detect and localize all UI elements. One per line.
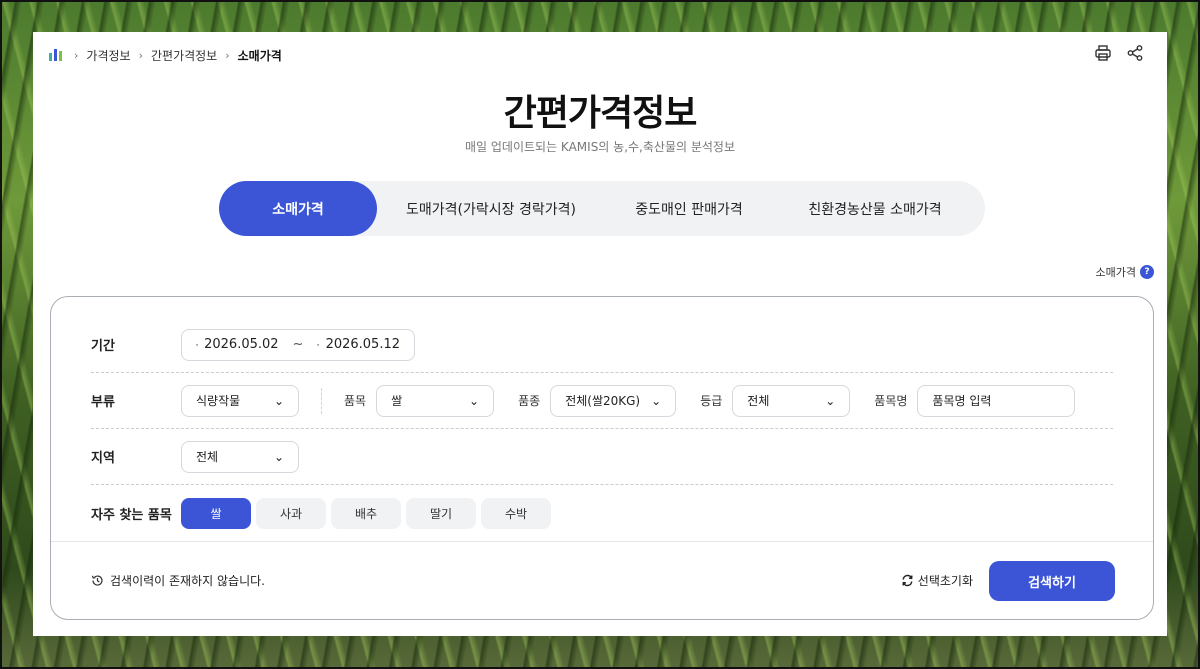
grade-select[interactable]: 전체 ⌄ bbox=[732, 384, 851, 417]
period-label: 기간 bbox=[91, 339, 115, 354]
item-select[interactable]: 쌀 ⌄ bbox=[376, 384, 495, 417]
calendar-icon bbox=[196, 343, 199, 346]
breadcrumb-item[interactable]: 가격정보 bbox=[86, 47, 130, 64]
region-value: 전체 bbox=[196, 450, 219, 464]
variety-label: 품종 bbox=[518, 394, 541, 408]
tab-eco-retail[interactable]: 친환경농산물 소매가격 bbox=[773, 181, 977, 236]
frequent-chip-cabbage[interactable]: 배추 bbox=[331, 497, 401, 529]
tab-wholesale[interactable]: 도매가격(가락시장 경락가격) bbox=[377, 181, 605, 236]
category-label: 부류 bbox=[91, 395, 115, 410]
reset-label: 선택초기화 bbox=[917, 574, 973, 588]
end-date: 2026.05.12 bbox=[325, 337, 400, 352]
chevron-down-icon: ⌄ bbox=[469, 393, 480, 408]
search-panel: 기간 2026.05.02 ~ 2026.05.12 부류 식량작물 ⌄ 품목 … bbox=[50, 296, 1154, 620]
item-name-input[interactable] bbox=[917, 384, 1076, 417]
search-history: 검색이력이 존재하지 않습니다. bbox=[91, 572, 265, 589]
help-link[interactable]: 소매가격 ? bbox=[1096, 264, 1154, 280]
start-date: 2026.05.02 bbox=[204, 337, 279, 352]
panel-footer: 검색이력이 존재하지 않습니다. 선택초기화 검색하기 bbox=[51, 541, 1153, 621]
question-icon: ? bbox=[1140, 265, 1154, 279]
variety-value: 전체(쌀20KG) bbox=[565, 394, 641, 408]
calendar-icon bbox=[317, 343, 320, 346]
page-title: 간편가격정보 bbox=[503, 93, 698, 134]
main-card: › 가격정보 › 간편가격정보 › 소매가격 간편가격정보 매일 업데이트되는 … bbox=[33, 32, 1167, 636]
item-value: 쌀 bbox=[391, 394, 403, 408]
chevron-right-icon: › bbox=[74, 48, 79, 62]
frequent-chip-watermelon[interactable]: 수박 bbox=[481, 497, 551, 529]
category-value: 식량작물 bbox=[196, 394, 241, 408]
frequent-chip-apple[interactable]: 사과 bbox=[256, 497, 326, 529]
chart-logo-icon bbox=[49, 49, 62, 61]
page-subtitle: 매일 업데이트되는 KAMIS의 농,수,축산물의 분석정보 bbox=[464, 140, 736, 154]
price-type-tabs: 소매가격 도매가격(가락시장 경락가격) 중도매인 판매가격 친환경농산물 소매… bbox=[219, 181, 985, 236]
region-select[interactable]: 전체 ⌄ bbox=[181, 440, 299, 473]
chevron-right-icon: › bbox=[138, 48, 143, 62]
help-label: 소매가격 bbox=[1095, 266, 1136, 279]
category-row: 부류 식량작물 ⌄ 품목 쌀 ⌄ 품종 전체(쌀20KG) ⌄ 등급 전체 ⌄ … bbox=[91, 373, 1113, 429]
chevron-down-icon: ⌄ bbox=[825, 393, 836, 408]
search-button[interactable]: 검색하기 bbox=[989, 561, 1115, 601]
variety-select[interactable]: 전체(쌀20KG) ⌄ bbox=[550, 384, 677, 417]
divider bbox=[321, 387, 322, 414]
item-label: 품목 bbox=[344, 394, 367, 408]
frequent-row: 자주 찾는 품목 쌀 사과 배추 딸기 수박 bbox=[91, 485, 1113, 541]
chevron-right-icon: › bbox=[225, 48, 230, 62]
region-label: 지역 bbox=[91, 451, 115, 466]
frequent-chip-rice[interactable]: 쌀 bbox=[181, 497, 251, 529]
grade-label: 등급 bbox=[700, 394, 723, 408]
history-text: 검색이력이 존재하지 않습니다. bbox=[110, 574, 265, 588]
chevron-down-icon: ⌄ bbox=[651, 393, 662, 408]
name-label: 품목명 bbox=[874, 394, 908, 408]
breadcrumb-item-current: 소매가격 bbox=[237, 48, 282, 63]
period-row: 기간 2026.05.02 ~ 2026.05.12 bbox=[91, 317, 1113, 373]
refresh-icon bbox=[902, 574, 913, 587]
share-icon[interactable] bbox=[1125, 43, 1145, 63]
date-range-input[interactable]: 2026.05.02 ~ 2026.05.12 bbox=[181, 328, 415, 361]
reset-button[interactable]: 선택초기화 bbox=[901, 572, 973, 589]
history-icon bbox=[91, 575, 103, 586]
tab-intermediate[interactable]: 중도매인 판매가격 bbox=[605, 181, 773, 236]
tab-retail[interactable]: 소매가격 bbox=[219, 181, 377, 236]
frequent-label: 자주 찾는 품목 bbox=[91, 507, 172, 523]
breadcrumb: › 가격정보 › 간편가격정보 › 소매가격 bbox=[49, 46, 282, 64]
date-separator: ~ bbox=[292, 337, 304, 352]
print-icon[interactable] bbox=[1093, 43, 1113, 63]
grade-value: 전체 bbox=[747, 394, 770, 408]
region-row: 지역 전체 ⌄ bbox=[91, 429, 1113, 485]
chevron-down-icon: ⌄ bbox=[273, 449, 284, 464]
breadcrumb-item[interactable]: 간편가격정보 bbox=[151, 47, 217, 64]
frequent-chip-strawberry[interactable]: 딸기 bbox=[406, 497, 476, 529]
chevron-down-icon: ⌄ bbox=[273, 393, 284, 408]
category-select[interactable]: 식량작물 ⌄ bbox=[181, 384, 299, 417]
